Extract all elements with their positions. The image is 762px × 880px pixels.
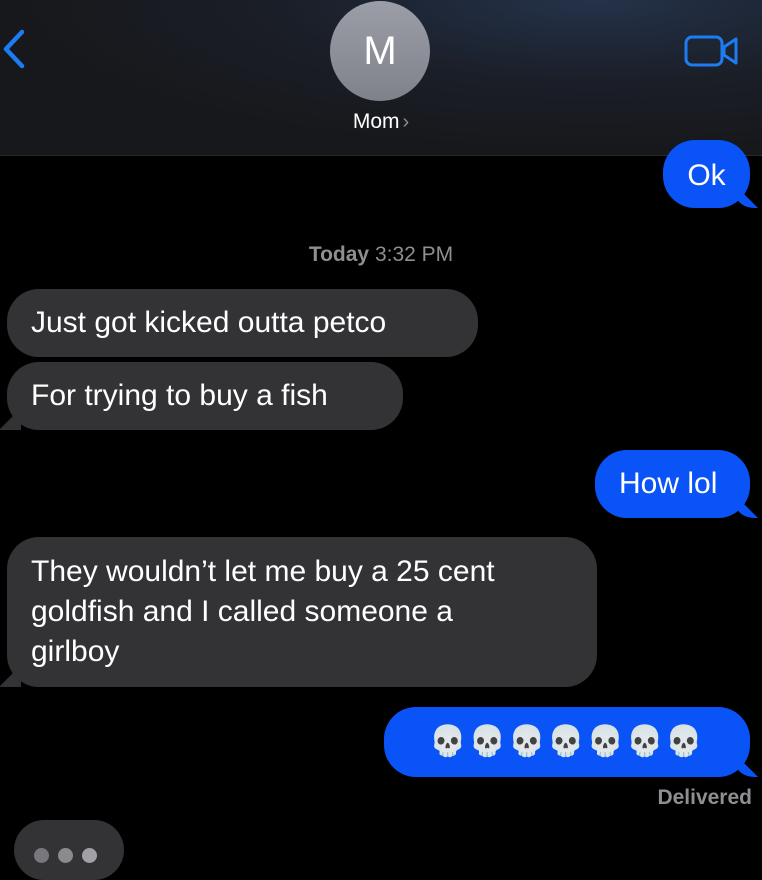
timestamp-time: 3:32 PM [374, 243, 454, 266]
message-bubble-outgoing[interactable]: How lol [595, 450, 750, 518]
typing-dot [58, 848, 73, 863]
contact-name-label: Mom [352, 110, 400, 133]
message-text: Just got kicked outta petco [31, 306, 387, 339]
message-bubble-incoming[interactable]: Just got kicked outta petco [7, 289, 478, 357]
message-bubble-outgoing[interactable]: 💀💀💀💀💀💀💀 [384, 707, 750, 777]
message-bubble-incoming[interactable]: For trying to buy a fish [7, 362, 403, 430]
contact-name[interactable]: Mom › [0, 110, 762, 134]
chevron-left-icon [3, 29, 25, 69]
message-text: For trying to buy a fish [31, 379, 328, 412]
message-bubble-outgoing[interactable]: Ok [663, 140, 750, 208]
message-text: Ok [687, 159, 726, 192]
video-camera-icon [684, 35, 738, 67]
timestamp-day: Today [308, 243, 370, 266]
chevron-right-icon: › [402, 111, 410, 133]
delivery-status: Delivered [657, 786, 752, 809]
message-text-line: girlboy [31, 635, 120, 668]
message-text: How lol [619, 467, 718, 500]
conversation-header: M Mom › [0, 0, 762, 156]
back-button[interactable] [0, 26, 30, 72]
typing-dot [34, 848, 49, 863]
typing-indicator [14, 820, 124, 880]
skull-emoji-message: 💀💀💀💀💀💀💀 [429, 725, 705, 758]
message-bubble-incoming[interactable]: They wouldn’t let me buy a 25 cent goldf… [7, 537, 597, 687]
avatar[interactable]: M [330, 1, 430, 101]
message-text-line: goldfish and I called someone a [31, 595, 453, 628]
typing-dot [82, 848, 97, 863]
timestamp: Today 3:32 PM [0, 243, 762, 267]
message-text-line: They wouldn’t let me buy a 25 cent [31, 555, 495, 588]
video-call-button[interactable] [684, 33, 740, 69]
